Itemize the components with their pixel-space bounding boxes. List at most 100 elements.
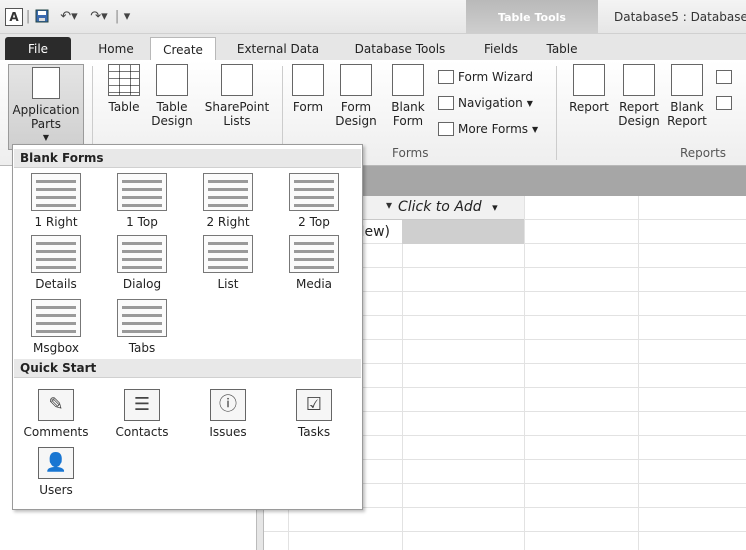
report-icon [573, 64, 605, 96]
labels-icon-graphic [716, 96, 732, 110]
navigation-icon [438, 96, 454, 110]
blank-forms-header: Blank Forms [14, 149, 361, 168]
save-icon[interactable] [33, 6, 51, 26]
blank-report-button[interactable]: Blank Report [664, 64, 710, 128]
table-design-icon [156, 64, 188, 96]
gallery-item-list[interactable]: List [191, 235, 265, 291]
table-button[interactable]: Table [102, 64, 146, 114]
form-layout-icon [117, 299, 167, 337]
gallery-item-1-right[interactable]: 1 Right [19, 173, 93, 229]
form-layout-icon [117, 173, 167, 211]
report-wizard-icon[interactable] [716, 66, 736, 88]
form-button[interactable]: Form [288, 64, 328, 114]
tab-external-data[interactable]: External Data [222, 37, 334, 61]
tab-fields[interactable]: Fields [472, 37, 530, 61]
form-layout-icon [289, 173, 339, 211]
gallery-item-2-top[interactable]: 2 Top [277, 173, 351, 229]
tab-table[interactable]: Table [538, 37, 586, 61]
issues-icon: ⓘ [210, 389, 246, 421]
form-layout-icon [203, 235, 253, 273]
click-to-add-header[interactable]: Click to Add ▾ [398, 199, 498, 215]
form-wizard-icon [438, 70, 454, 84]
gallery-item-media[interactable]: Media [277, 235, 351, 291]
undo-icon[interactable]: ↶▾ [56, 6, 82, 26]
gallery-item-label: Tasks [297, 425, 331, 439]
sharepoint-lists-label: SharePoint Lists [204, 100, 270, 128]
gallery-item-comments[interactable]: ✎ Comments [19, 389, 93, 439]
blank-form-button[interactable]: Blank Form [386, 64, 430, 128]
redo-icon[interactable]: ↷▾ [86, 6, 112, 26]
dropdown-arrow-icon: ▼ [526, 98, 533, 108]
gallery-item-label: 2 Right [206, 215, 250, 229]
table-design-button[interactable]: Table Design [148, 64, 196, 128]
quick-access-separator: | [114, 8, 120, 24]
gallery-item-issues[interactable]: ⓘ Issues [191, 389, 265, 439]
context-tab-label: Table Tools [466, 0, 598, 34]
form-layout-icon [31, 299, 81, 337]
table-icon [108, 64, 140, 96]
more-forms-icon [438, 122, 454, 136]
gallery-item-label: Msgbox [33, 341, 79, 355]
report-design-button[interactable]: Report Design [614, 64, 664, 128]
sharepoint-lists-button[interactable]: SharePoint Lists [198, 64, 276, 128]
comments-icon: ✎ [38, 389, 74, 421]
application-parts-button[interactable]: Application Parts ▼ [8, 64, 84, 150]
tab-home[interactable]: Home [86, 37, 146, 61]
tab-create[interactable]: Create [150, 37, 216, 62]
dropdown-arrow-icon: ▼ [532, 124, 539, 134]
save-icon-graphic [35, 9, 49, 23]
gallery-item-users[interactable]: 👤 Users [19, 447, 93, 497]
report-label: Report [569, 100, 609, 114]
gallery-item-label: Details [35, 277, 77, 291]
gallery-item-2-right[interactable]: 2 Right [191, 173, 265, 229]
gallery-item-label: List [217, 277, 239, 291]
contacts-icon: ☰ [124, 389, 160, 421]
grid-line [402, 196, 403, 550]
quick-start-header: Quick Start [14, 359, 361, 378]
blank-form-icon [392, 64, 424, 96]
gallery-item-label: Users [39, 483, 73, 497]
quick-access-separator: | [25, 8, 31, 24]
more-forms-label: More Forms [458, 122, 529, 136]
more-forms-button[interactable]: More Forms ▼ [438, 118, 538, 140]
form-wizard-button[interactable]: Form Wizard [438, 66, 533, 88]
gallery-item-contacts[interactable]: ☰ Contacts [105, 389, 179, 439]
form-label: Form [292, 100, 324, 114]
dropdown-arrow-icon: ▾ [492, 201, 498, 214]
application-parts-gallery: Blank Forms 1 Right 1 Top 2 Right 2 Top … [12, 144, 363, 510]
access-app-icon[interactable]: A [5, 8, 23, 26]
gallery-item-dialog[interactable]: Dialog [105, 235, 179, 291]
blank-report-label: Blank Report [667, 100, 707, 128]
table-design-label: Table Design [151, 100, 193, 128]
gallery-item-msgbox[interactable]: Msgbox [19, 299, 93, 355]
tab-file[interactable]: File [5, 37, 71, 61]
blank-form-label: Blank Form [391, 100, 425, 128]
users-icon: 👤 [38, 447, 74, 479]
form-design-button[interactable]: Form Design [334, 64, 378, 128]
report-wizard-icon-graphic [716, 70, 732, 84]
title-bar: A | ↶▾ ↷▾ | ▾ Table Tools Database5 : Da… [0, 0, 746, 34]
dropdown-arrow-icon: ▼ [42, 133, 50, 142]
gallery-item-1-top[interactable]: 1 Top [105, 173, 179, 229]
gallery-item-label: Dialog [122, 277, 162, 291]
navigation-button[interactable]: Navigation ▼ [438, 92, 533, 114]
new-record-cell[interactable] [402, 220, 524, 244]
labels-icon[interactable] [716, 92, 736, 114]
sharepoint-lists-icon [221, 64, 253, 96]
customize-quick-access-icon[interactable]: ▾ [120, 6, 134, 26]
gallery-item-tasks[interactable]: ☑ Tasks [277, 389, 351, 439]
tab-database-tools[interactable]: Database Tools [342, 37, 458, 61]
gallery-item-label: Comments [23, 425, 89, 439]
gallery-item-label: 2 Top [298, 215, 330, 229]
blank-report-icon [671, 64, 703, 96]
dropdown-arrow-icon[interactable]: ▾ [386, 198, 392, 212]
report-button[interactable]: Report [564, 64, 614, 114]
grid-line [638, 196, 639, 550]
report-design-icon [623, 64, 655, 96]
gallery-item-label: Tabs [128, 341, 156, 355]
gallery-item-details[interactable]: Details [19, 235, 93, 291]
gallery-item-tabs[interactable]: Tabs [105, 299, 179, 355]
form-layout-icon [31, 173, 81, 211]
gallery-item-label: 1 Top [126, 215, 158, 229]
form-layout-icon [289, 235, 339, 273]
